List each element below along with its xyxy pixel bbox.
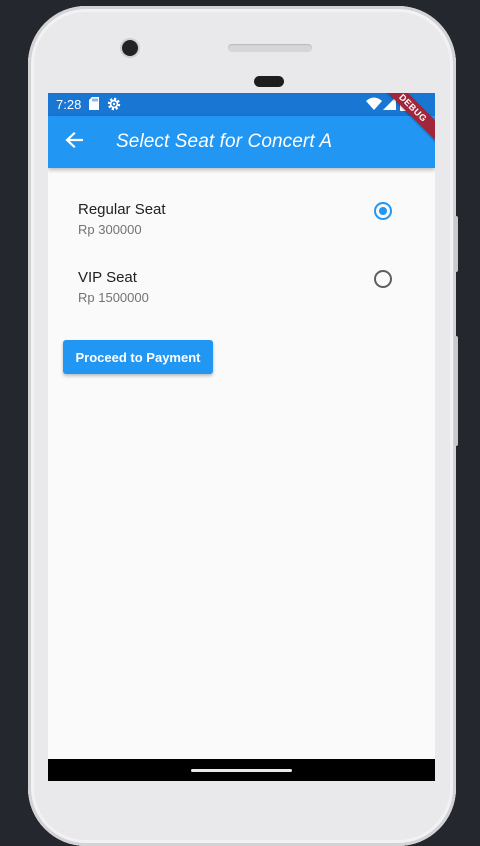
page-title: Select Seat for Concert A <box>116 131 333 152</box>
back-button[interactable] <box>60 128 88 156</box>
radio-unselected-icon[interactable] <box>374 270 392 288</box>
navigation-bar <box>48 759 435 781</box>
earpiece-speaker <box>228 44 312 52</box>
app-screen: 7:28 Select Seat for Concert A DEBUG Reg… <box>48 93 435 781</box>
status-bar: 7:28 <box>48 93 435 116</box>
front-camera <box>122 40 138 56</box>
power-button <box>454 216 458 272</box>
seat-option-title: VIP Seat <box>78 269 137 286</box>
proximity-sensor <box>254 76 284 87</box>
home-gesture-pill[interactable] <box>191 769 292 772</box>
sd-card-icon <box>89 97 99 113</box>
seat-option-vip[interactable]: VIP Seat Rp 1500000 <box>48 269 435 329</box>
arrow-back-icon <box>65 131 84 153</box>
status-time: 7:28 <box>56 97 82 112</box>
app-bar: Select Seat for Concert A <box>48 116 435 168</box>
volume-button <box>454 336 458 446</box>
seat-option-price: Rp 300000 <box>78 222 142 237</box>
seat-option-price: Rp 1500000 <box>78 290 149 305</box>
seat-option-regular[interactable]: Regular Seat Rp 300000 <box>48 201 435 261</box>
radio-selected-icon[interactable] <box>374 202 392 220</box>
wifi-icon <box>366 97 382 113</box>
proceed-to-payment-button[interactable]: Proceed to Payment <box>63 340 213 374</box>
settings-icon <box>107 97 121 114</box>
seat-option-title: Regular Seat <box>78 201 166 218</box>
